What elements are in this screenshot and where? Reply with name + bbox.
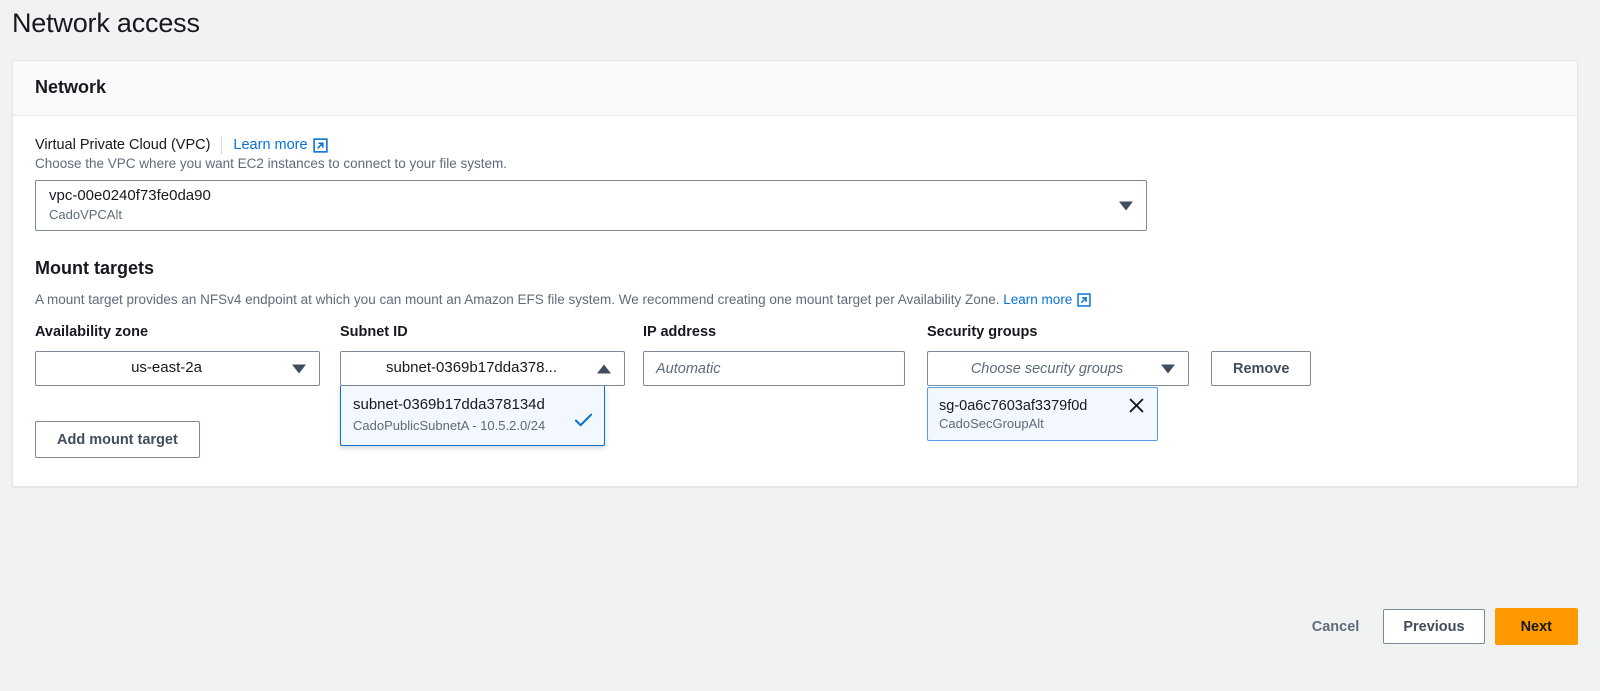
- label-divider: [221, 136, 223, 154]
- add-mount-target-button[interactable]: Add mount target: [35, 421, 200, 458]
- availability-zone-header: Availability zone: [35, 324, 149, 340]
- card-body: Virtual Private Cloud (VPC) Learn more C…: [13, 116, 1577, 486]
- subnet-option-detail: CadoPublicSubnetA - 10.5.2.0/24: [353, 417, 546, 433]
- card-header: Network: [13, 61, 1577, 116]
- vpc-learn-more-link[interactable]: Learn more: [233, 137, 328, 153]
- chevron-down-icon: [292, 364, 306, 373]
- mount-targets-description: A mount target provides an NFSv4 endpoin…: [35, 292, 1555, 307]
- external-link-icon: [312, 137, 328, 153]
- security-group-token-id: sg-0a6c7603af3379f0d: [939, 397, 1088, 414]
- vpc-description: Choose the VPC where you want EC2 instan…: [35, 156, 507, 171]
- vpc-label-row: Virtual Private Cloud (VPC) Learn more: [35, 136, 1555, 154]
- security-group-token-top: sg-0a6c7603af3379f0d: [939, 396, 1146, 415]
- remove-mount-target-button[interactable]: Remove: [1211, 351, 1312, 386]
- network-card: Network Virtual Private Cloud (VPC) Lear…: [12, 60, 1578, 487]
- mount-targets-title: Mount targets: [35, 258, 154, 278]
- subnet-option[interactable]: subnet-0369b17dda378134d CadoPublicSubne…: [353, 395, 593, 434]
- vpc-selected-id: vpc-00e0240f73fe0da90: [49, 186, 211, 204]
- vpc-label: Virtual Private Cloud (VPC): [35, 137, 211, 153]
- subnet-id-select[interactable]: subnet-0369b17dda378...: [340, 351, 625, 386]
- subnet-id-dropdown: subnet-0369b17dda378134d CadoPublicSubne…: [340, 386, 605, 447]
- subnet-option-id: subnet-0369b17dda378134d: [353, 396, 545, 413]
- security-groups-select[interactable]: Choose security groups: [927, 351, 1189, 386]
- remove-column: Remove: [1211, 324, 1312, 386]
- ip-address-input[interactable]: Automatic: [643, 351, 905, 386]
- vpc-learn-more-label: Learn more: [233, 137, 308, 153]
- footer-actions: Cancel Previous Next: [0, 608, 1600, 645]
- network-access-page: Network access Network Virtual Private C…: [0, 0, 1600, 691]
- previous-button[interactable]: Previous: [1383, 609, 1485, 644]
- subnet-id-value: subnet-0369b17dda378...: [386, 359, 557, 377]
- security-groups-header: Security groups: [927, 324, 1038, 340]
- security-groups-column: Security groups Choose security groups s…: [927, 324, 1189, 441]
- mount-targets-description-text: A mount target provides an NFSv4 endpoin…: [35, 292, 1000, 307]
- chevron-down-icon: [1119, 201, 1133, 210]
- ip-address-column: IP address Automatic: [643, 324, 905, 386]
- availability-zone-column: Availability zone us-east-2a: [35, 324, 320, 386]
- mount-targets-learn-more-link[interactable]: Learn more: [1003, 292, 1092, 307]
- availability-zone-select[interactable]: us-east-2a: [35, 351, 320, 386]
- vpc-selected-name: CadoVPCAlt: [49, 207, 122, 223]
- chevron-down-icon: [1161, 364, 1175, 373]
- availability-zone-value: us-east-2a: [131, 359, 202, 377]
- close-icon[interactable]: [1127, 396, 1146, 415]
- check-icon: [574, 412, 593, 433]
- card-header-title: Network: [35, 77, 107, 97]
- security-group-token-name: CadoSecGroupAlt: [939, 416, 1044, 431]
- mount-target-row: Availability zone us-east-2a Subnet ID s…: [35, 324, 1555, 447]
- next-button[interactable]: Next: [1494, 608, 1578, 645]
- security-groups-placeholder: Choose security groups: [970, 360, 1124, 377]
- security-group-token: sg-0a6c7603af3379f0d CadoSecGroupAlt: [927, 387, 1158, 441]
- subnet-id-column: Subnet ID subnet-0369b17dda378... subnet…: [340, 324, 625, 447]
- page-title: Network access: [12, 8, 200, 38]
- ip-address-header: IP address: [643, 324, 717, 340]
- subnet-id-header: Subnet ID: [340, 324, 408, 340]
- vpc-select[interactable]: vpc-00e0240f73fe0da90 CadoVPCAlt: [35, 180, 1147, 231]
- chevron-up-icon: [597, 364, 611, 373]
- external-link-icon: [1077, 292, 1092, 307]
- cancel-button[interactable]: Cancel: [1298, 608, 1374, 645]
- remove-header-spacer: [1211, 324, 1311, 344]
- ip-address-placeholder: Automatic: [656, 360, 721, 377]
- mount-targets-learn-more-label: Learn more: [1003, 292, 1073, 307]
